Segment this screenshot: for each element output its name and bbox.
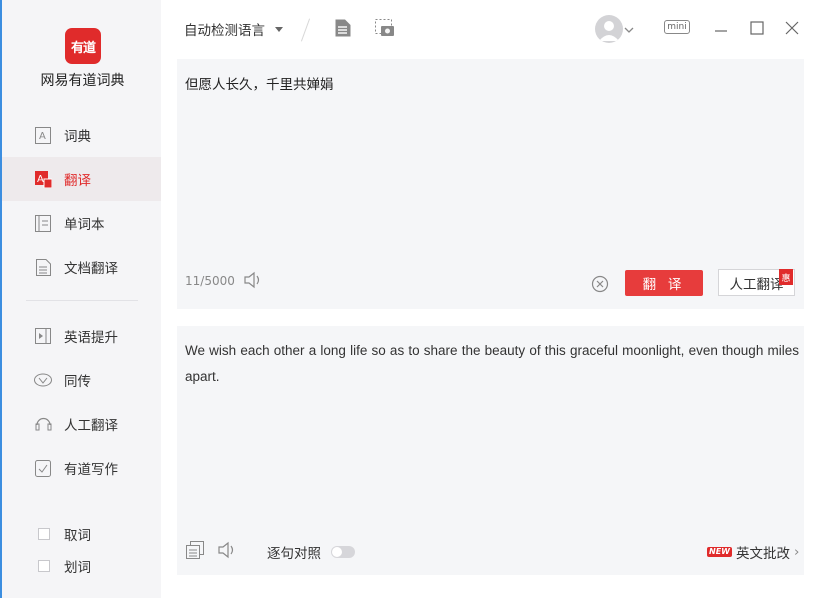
sidebar-item-human-translate[interactable]: 人工翻译 bbox=[2, 402, 161, 446]
close-icon[interactable] bbox=[782, 18, 802, 38]
toolbar-divider bbox=[300, 18, 311, 42]
document-icon bbox=[34, 258, 52, 276]
document-translate-icon[interactable] bbox=[333, 18, 353, 38]
sidebar-item-label: 英语提升 bbox=[64, 330, 118, 346]
sidebar-item-youdao-writing[interactable]: 有道写作 bbox=[2, 446, 161, 490]
sidebar-item-label: 同传 bbox=[64, 374, 91, 390]
sidebar: 有道 网易有道词典 A 词典 A 翻译 单词本 文档翻译 英语提升 同传 人工翻… bbox=[0, 0, 161, 598]
user-avatar[interactable] bbox=[595, 15, 623, 43]
speaker-icon[interactable] bbox=[217, 540, 237, 560]
sidebar-item-label: 单词本 bbox=[64, 217, 105, 233]
toggle-capture-word[interactable]: 取词 bbox=[2, 522, 161, 546]
sidebar-item-label: 词典 bbox=[64, 129, 91, 145]
sidebar-item-translate[interactable]: A 翻译 bbox=[2, 157, 161, 201]
sidebar-item-label: 文档翻译 bbox=[64, 261, 118, 277]
sidebar-item-wordbook[interactable]: 单词本 bbox=[2, 201, 161, 245]
simultaneous-icon bbox=[34, 371, 52, 389]
human-translate-label: 人工翻译 bbox=[729, 276, 784, 293]
discount-badge: 惠 bbox=[779, 269, 793, 285]
app-logo: 有道 bbox=[65, 28, 101, 64]
human-translate-button[interactable]: 人工翻译 惠 bbox=[718, 269, 795, 296]
svg-text:A: A bbox=[37, 174, 44, 185]
top-bar: 自动检测语言 mini bbox=[161, 0, 813, 58]
translate-icon: A bbox=[34, 170, 52, 188]
checkbox[interactable] bbox=[38, 528, 50, 540]
sentence-compare: 逐句对照 bbox=[267, 542, 355, 562]
svg-text:A: A bbox=[39, 131, 46, 142]
wordbook-icon bbox=[34, 214, 52, 232]
language-label: 自动检测语言 bbox=[184, 23, 265, 39]
character-count: 11/5000 bbox=[185, 274, 235, 288]
chevron-down-icon[interactable] bbox=[623, 20, 635, 40]
translation-output-panel: We wish each other a long life so as to … bbox=[177, 326, 804, 575]
toggle-select-word[interactable]: 划词 bbox=[2, 554, 161, 578]
screenshot-translate-icon[interactable] bbox=[375, 18, 395, 38]
sidebar-divider bbox=[26, 300, 138, 301]
sidebar-item-label: 有道写作 bbox=[64, 462, 118, 478]
video-play-icon bbox=[34, 327, 52, 345]
minimize-icon[interactable] bbox=[711, 18, 731, 38]
speaker-icon[interactable] bbox=[243, 270, 263, 290]
sidebar-item-label: 翻译 bbox=[64, 173, 91, 189]
new-badge: NEW bbox=[707, 547, 732, 557]
source-text[interactable]: 但愿人长久，千里共婵娟 bbox=[185, 73, 334, 93]
toggle-label: 划词 bbox=[64, 560, 91, 576]
maximize-icon[interactable] bbox=[747, 18, 767, 38]
compare-label: 逐句对照 bbox=[267, 546, 321, 562]
checkbox[interactable] bbox=[38, 560, 50, 572]
writing-icon bbox=[34, 459, 52, 477]
copy-icon[interactable] bbox=[185, 540, 205, 560]
headset-icon bbox=[34, 415, 52, 433]
source-input-panel[interactable]: 但愿人长久，千里共婵娟 11/5000 翻 译 人工翻译 惠 bbox=[177, 59, 804, 309]
toggle-label: 取词 bbox=[64, 528, 91, 544]
dictionary-icon: A bbox=[34, 126, 52, 144]
translate-button[interactable]: 翻 译 bbox=[625, 270, 703, 296]
sidebar-item-simultaneous[interactable]: 同传 bbox=[2, 358, 161, 402]
chevron-down-icon bbox=[275, 26, 283, 32]
language-selector[interactable]: 自动检测语言 bbox=[184, 19, 283, 39]
clear-icon[interactable] bbox=[590, 274, 610, 294]
sidebar-item-label: 人工翻译 bbox=[64, 418, 118, 434]
english-correction-link[interactable]: NEW 英文批改 › bbox=[707, 542, 799, 562]
mini-mode-button[interactable]: mini bbox=[664, 20, 690, 34]
translation-text[interactable]: We wish each other a long life so as to … bbox=[185, 338, 799, 390]
logo-text: 有道 bbox=[70, 40, 96, 56]
chevron-right-icon: › bbox=[793, 544, 800, 560]
correction-label: 英文批改 bbox=[735, 546, 790, 562]
sidebar-item-dictionary[interactable]: A 词典 bbox=[2, 113, 161, 157]
sidebar-item-english-improve[interactable]: 英语提升 bbox=[2, 314, 161, 358]
app-name: 网易有道词典 bbox=[40, 73, 125, 89]
compare-toggle[interactable] bbox=[331, 546, 355, 558]
sidebar-item-document-translate[interactable]: 文档翻译 bbox=[2, 245, 161, 289]
